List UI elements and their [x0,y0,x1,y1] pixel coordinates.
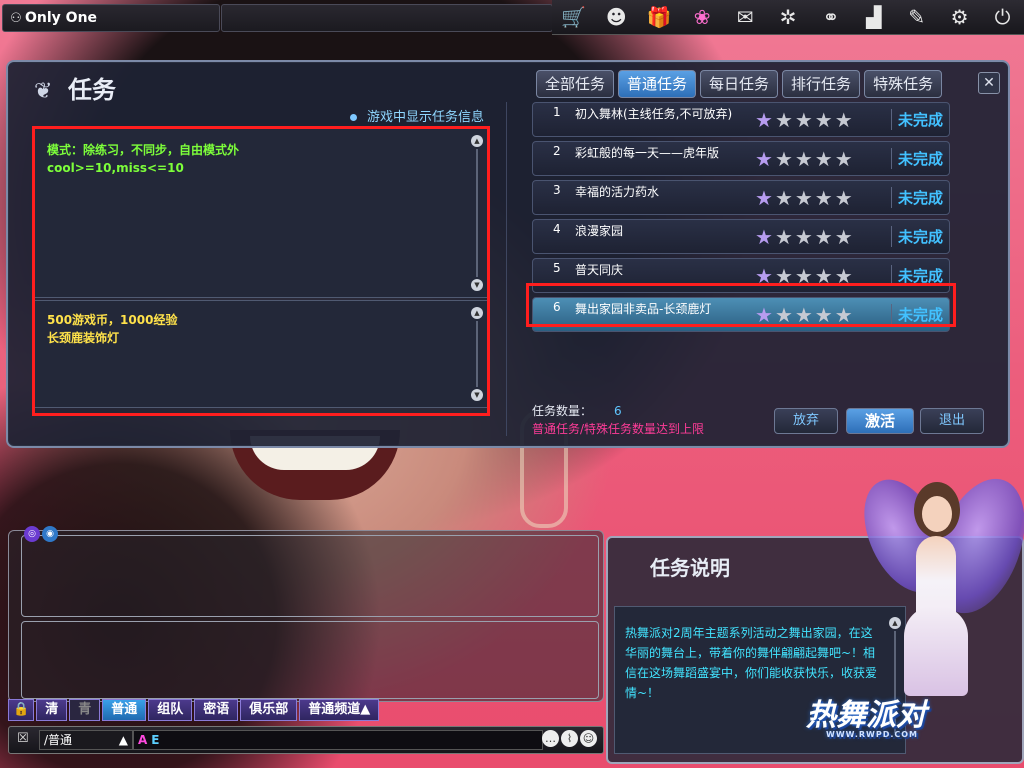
quest-tabs: 全部任务 普通任务 每日任务 排行任务 特殊任务 [536,70,943,98]
chat-tab-normal[interactable]: 普通 [102,699,147,721]
couple-icon[interactable]: ⚭ [814,2,848,32]
chat-emoticons: … ⌇ ☺ [542,730,597,747]
chat-tabs: 🔒 清 青 普通 组队 密语 俱乐部 普通频道▲ [8,699,380,721]
highlight-box-selected-quest [526,283,956,327]
quest-status: 未完成 [890,148,943,169]
quest-status: 未完成 [890,109,943,130]
quest-panel: ❦ 任务 全部任务 普通任务 每日任务 排行任务 特殊任务 ✕ 游戏中显示任务信息… [6,60,1010,448]
tab-daily[interactable]: 每日任务 [700,70,779,98]
top-bar: ⚇ Only One 🛒 ☻ 🎁 ❀ ✉ ✲ ⚭ ▟ ✎ ⚙ ⏻ [0,0,1024,35]
quest-row[interactable]: 2 彩虹般的每一天——虎年版 ★★★★★ 未完成 [532,141,950,176]
tab-normal[interactable]: 普通任务 [618,70,697,98]
chat-mode-icon[interactable]: ◎ [24,526,40,542]
scroll-book-icon: ❦ [34,79,53,104]
abandon-button[interactable]: 放弃 [774,408,838,434]
notebook-icon[interactable]: ✎ [900,2,934,32]
quest-row[interactable]: 4 浪漫家园 ★★★★★ 未完成 [532,219,950,254]
dance-icon[interactable]: ✲ [771,2,805,32]
radio-dot-icon [350,114,357,121]
paperclip-icon[interactable]: ⌇ [561,730,578,747]
difficulty-stars: ★★★★★ [755,147,855,171]
highlight-box-info [32,126,490,416]
show-quest-info-toggle[interactable]: 游戏中显示任务信息 [350,106,484,125]
quest-status: 未完成 [890,226,943,247]
smiley-icon[interactable]: ☺ [580,730,597,747]
difficulty-stars: ★★★★★ [755,108,855,132]
chat-input-bar: ☒ /普通 ▲ AE … ⌇ ☺ [8,726,604,754]
chat-info-icon[interactable]: ◉ [42,526,58,542]
channel-dropdown[interactable]: /普通 ▲ [39,730,133,750]
chat-mode-icons: ◎ ◉ [24,526,58,542]
speech-bubble-icon[interactable]: … [542,730,559,747]
chat-window [8,530,604,702]
quest-row[interactable]: 3 幸福的活力药水 ★★★★★ 未完成 [532,180,950,215]
power-icon[interactable]: ⏻ [986,2,1020,32]
tab-all[interactable]: 全部任务 [536,70,615,98]
gift-box-icon[interactable]: 🎁 [642,2,676,32]
chat-tab-whisper[interactable]: 密语 [194,699,239,721]
chat-input[interactable]: AE [133,730,543,750]
quest-count: 任务数量： 6 [532,404,622,418]
tab-ranking[interactable]: 排行任务 [782,70,861,98]
player-name-box: ⚇ Only One [2,4,220,32]
podium-icon[interactable]: ▟ [857,2,891,32]
logo-icon[interactable]: ❀ [685,2,719,32]
quest-status: 未完成 [890,187,943,208]
player-name: Only One [25,10,98,26]
chat-tab-club[interactable]: 俱乐部 [240,699,298,721]
close-button[interactable]: ✕ [978,72,1000,94]
top-menu-icons: 🛒 ☻ 🎁 ❀ ✉ ✲ ⚭ ▟ ✎ ⚙ ⏻ [552,0,1024,35]
chat-log-upper[interactable] [21,535,599,617]
player-group-icon: ⚇ [10,11,22,26]
chat-channel-select[interactable]: 普通频道▲ [299,699,380,721]
shop-cart-icon[interactable]: 🛒 [556,2,590,32]
chat-log-lower[interactable] [21,621,599,699]
difficulty-stars: ★★★★★ [755,186,855,210]
chat-tab-team[interactable]: 组队 [148,699,193,721]
chat-lock-icon[interactable]: 🔒 [8,699,35,721]
panel-title: ❦ 任务 [34,76,116,104]
tab-special[interactable]: 特殊任务 [864,70,943,98]
status-box [221,4,553,32]
chat-tab-youth[interactable]: 青 [69,699,101,721]
chat-tab-clear[interactable]: 清 [36,699,68,721]
gear-icon[interactable]: ⚙ [943,2,977,32]
mask-icon[interactable]: ☻ [599,2,633,32]
difficulty-stars: ★★★★★ [755,225,855,249]
quest-limit-warning: 普通任务/特殊任务数量达到上限 [532,422,705,436]
description-title: 任务说明 [650,556,730,580]
exit-button[interactable]: 退出 [920,408,984,434]
game-logo: 热舞派对 WWW.RWPD.COM [806,698,926,739]
close-icon[interactable]: ☒ [17,731,29,746]
quest-row[interactable]: 1 初入舞林(主线任务,不可放弃) ★★★★★ 未完成 [532,102,950,137]
activate-button[interactable]: 激活 [846,408,914,434]
chat-bubble-icon[interactable]: ✉ [728,2,762,32]
